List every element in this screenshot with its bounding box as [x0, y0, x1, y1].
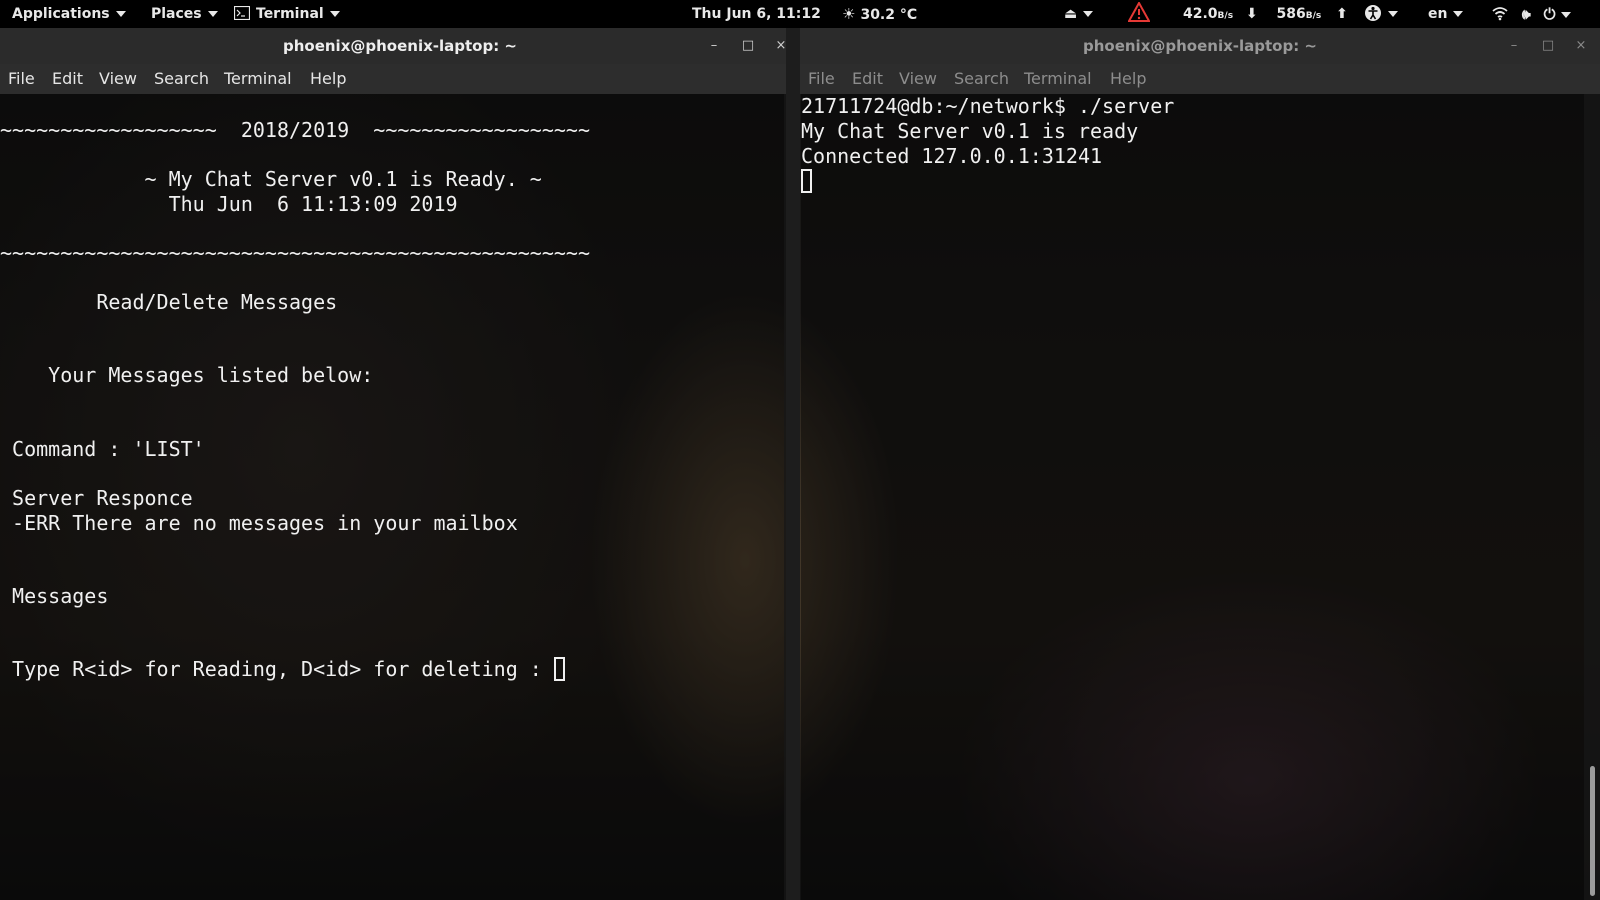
terminal-line: 21711724@db:~/network$ ./server [801, 94, 1175, 118]
applications-label: Applications [12, 6, 110, 22]
chevron-down-icon [115, 11, 126, 17]
chevron-down-icon [1453, 11, 1464, 17]
chevron-down-icon [1561, 12, 1572, 18]
menu-edit[interactable]: Edit [852, 64, 883, 94]
warning-icon [1127, 0, 1151, 22]
terminal-line: -ERR There are no messages in your mailb… [0, 511, 518, 535]
terminal-line: ~~~~~~~~~~~~~~~~~~ 2018/2019 ~~~~~~~~~~~… [0, 118, 591, 142]
terminal-line: Thu Jun 6 11:13:09 2019 [0, 192, 458, 216]
terminal-app-label: Terminal [256, 6, 324, 22]
applications-menu[interactable]: Applications [12, 0, 126, 28]
menu-terminal[interactable]: Terminal [1024, 64, 1092, 94]
accessibility-icon [1365, 5, 1381, 21]
chevron-down-icon [207, 11, 218, 17]
chevron-down-icon [329, 11, 340, 17]
weather-indicator[interactable]: ☀ 30.2 °C [842, 0, 917, 28]
menu-edit[interactable]: Edit [52, 64, 83, 94]
system-menu[interactable]: 🕪 ⏻ [1491, 0, 1572, 28]
accessibility-menu[interactable] [1364, 0, 1398, 28]
menu-help[interactable]: Help [310, 64, 346, 94]
power-icon: ⏻ [1543, 5, 1556, 23]
window-title: phoenix@phoenix-laptop: ~ [282, 37, 517, 55]
terminal-line: Connected 127.0.0.1:31241 [801, 144, 1103, 168]
window-divider [786, 28, 800, 900]
menu-search[interactable]: Search [154, 64, 209, 94]
terminal-line: Read/Delete Messages [0, 290, 338, 314]
prompt-text: Type R<id> for Reading, D<id> for deleti… [0, 657, 554, 681]
terminal-line: Messages [0, 584, 109, 608]
terminal-app-menu[interactable]: Terminal [233, 0, 340, 28]
network-speed[interactable]: 42.0B/s ⬇ 586B/s ⬆ [1183, 0, 1348, 28]
download-arrow-icon: ⬇ [1245, 6, 1258, 22]
temperature: 30.2 °C [860, 7, 918, 23]
download-speed: 42.0 [1183, 6, 1218, 22]
chevron-down-icon [1083, 11, 1094, 17]
menu-view[interactable]: View [899, 64, 937, 94]
menu-file[interactable]: File [808, 64, 835, 94]
warning-indicator[interactable] [1127, 0, 1151, 28]
terminal-prompt-line [801, 169, 812, 194]
minimize-button[interactable]: – [706, 38, 722, 54]
terminal-line: My Chat Server v0.1 is ready [801, 119, 1139, 143]
minimize-button[interactable]: – [1506, 38, 1522, 54]
menu-terminal[interactable]: Terminal [224, 64, 292, 94]
wifi-icon [1492, 7, 1508, 21]
places-label: Places [151, 6, 202, 22]
menu-help[interactable]: Help [1110, 64, 1146, 94]
title-bar[interactable]: phoenix@phoenix-laptop: ~ – □ × [0, 28, 800, 65]
terminal-window-left: phoenix@phoenix-laptop: ~ – □ × File Edi… [0, 28, 800, 900]
terminal-icon [233, 5, 251, 21]
places-menu[interactable]: Places [151, 0, 218, 28]
terminal-line: Your Messages listed below: [0, 363, 374, 387]
sun-icon: ☀ [842, 5, 856, 23]
menu-bar: File Edit View Search Terminal Help [800, 64, 1600, 94]
volume-icon: 🕪 [1521, 7, 1531, 23]
window-title: phoenix@phoenix-laptop: ~ [1082, 37, 1317, 55]
language-label: en [1428, 6, 1448, 22]
chevron-down-icon [1388, 11, 1398, 17]
terminal-prompt-line: Type R<id> for Reading, D<id> for deleti… [0, 657, 565, 682]
eject-icon: ⏏ [1064, 6, 1078, 22]
terminal-line: ~~~~~~~~~~~~~~~~~~~~~~~~~~~~~~~~~~~~~~~~… [0, 241, 591, 265]
upload-arrow-icon: ⬆ [1336, 6, 1348, 22]
top-panel: Applications Places Terminal Thu Jun 6, … [0, 0, 1600, 28]
terminal-line: Command : 'LIST' [0, 437, 205, 461]
terminal-line: Server Responce [0, 486, 193, 510]
upload-speed: 586 [1276, 6, 1306, 22]
title-bar[interactable]: phoenix@phoenix-laptop: ~ – □ × [800, 28, 1600, 65]
terminal-output[interactable]: 21711724@db:~/network$ ./server My Chat … [801, 94, 1584, 900]
text-cursor [553, 657, 565, 681]
terminal-line: ~ My Chat Server v0.1 is Ready. ~ [0, 167, 542, 191]
terminal-output[interactable]: ~~~~~~~~~~~~~~~~~~ 2018/2019 ~~~~~~~~~~~… [0, 94, 784, 900]
menu-bar: File Edit View Search Terminal Help [0, 64, 800, 94]
maximize-button[interactable]: □ [740, 38, 756, 54]
menu-view[interactable]: View [99, 64, 137, 94]
scrollbar[interactable] [1584, 94, 1600, 900]
terminal-window-right: phoenix@phoenix-laptop: ~ – □ × File Edi… [800, 28, 1600, 900]
upload-unit: B/s [1305, 11, 1322, 21]
download-unit: B/s [1217, 11, 1234, 21]
menu-search[interactable]: Search [954, 64, 1009, 94]
close-button[interactable]: × [1573, 38, 1589, 54]
eject-menu[interactable]: ⏏ [1064, 0, 1094, 28]
clock[interactable]: Thu Jun 6, 11:12 [692, 0, 821, 28]
maximize-button[interactable]: □ [1540, 38, 1556, 54]
text-cursor [801, 169, 812, 193]
keyboard-layout-menu[interactable]: en [1428, 0, 1464, 28]
menu-file[interactable]: File [8, 64, 35, 94]
scrollbar-thumb[interactable] [1590, 766, 1595, 896]
